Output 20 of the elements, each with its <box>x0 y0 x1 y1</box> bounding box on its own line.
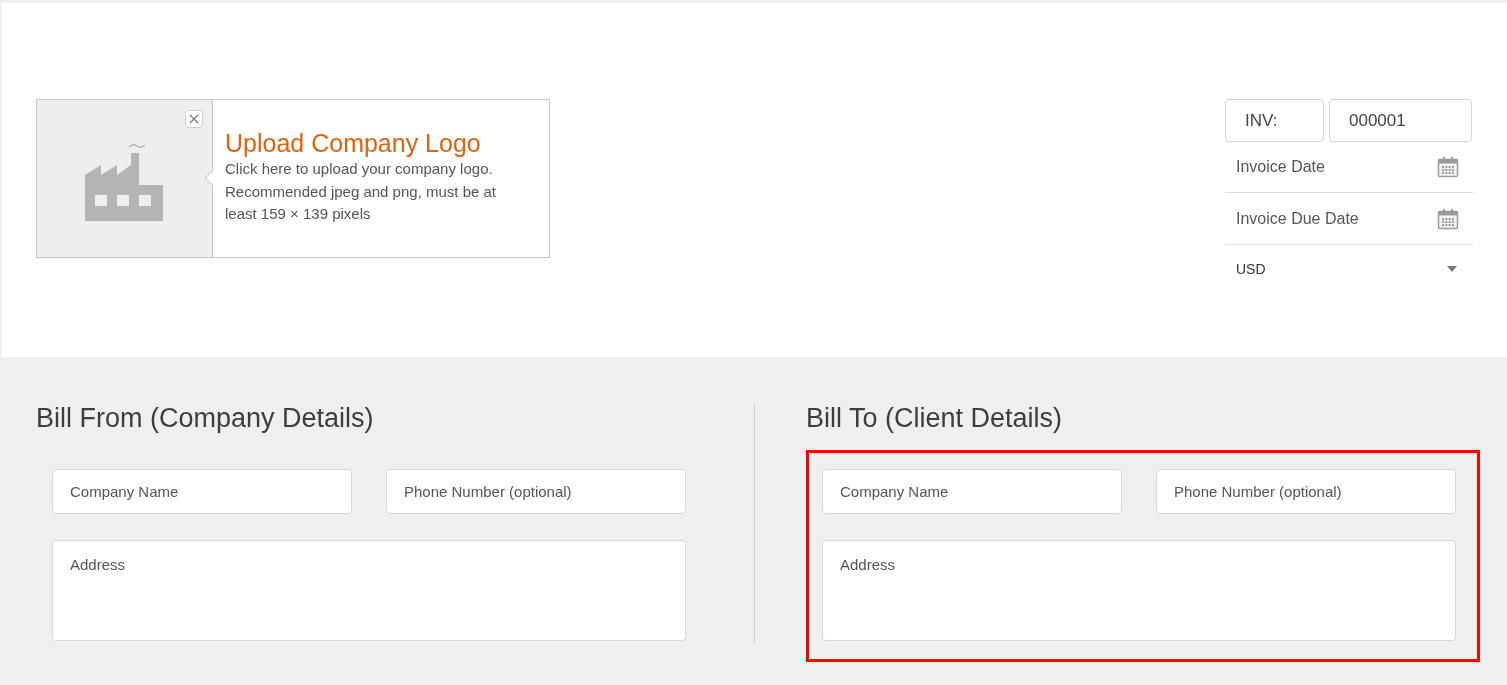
phone-number-field[interactable]: Phone Number (optional) <box>1156 469 1456 514</box>
calendar-icon[interactable] <box>1437 207 1459 230</box>
calendar-icon[interactable] <box>1437 156 1459 178</box>
phone-number-field[interactable]: Phone Number (optional) <box>386 469 686 514</box>
invoice-number-field[interactable]: 000001 <box>1329 99 1472 142</box>
invoice-due-date-field[interactable]: Invoice Due Date <box>1236 206 1416 231</box>
upload-title: Upload Company Logo <box>225 129 482 158</box>
section-heading: Bill To (Client Details) <box>806 402 1063 434</box>
company-name-field[interactable]: Company Name <box>822 469 1122 514</box>
address-field[interactable]: Address <box>822 540 1456 641</box>
invoice-prefix-field[interactable]: INV: <box>1225 99 1324 142</box>
caret-icon <box>1447 266 1457 272</box>
currency-select[interactable]: USD <box>1225 245 1473 293</box>
section-heading: Bill From (Company Details) <box>36 402 374 434</box>
logo-upload-card[interactable]: Upload Company Logo Click here to upload your company logo. Recommended jpeg and png, must be at least 159 × 139 pixels <box>36 99 550 258</box>
invoice-date-field[interactable]: Invoice Date <box>1236 155 1416 179</box>
company-name-field[interactable]: Company Name <box>52 469 352 514</box>
upload-description: Click here to upload your company logo. Recommended jpeg and png, must be at least 159 × 139 pixels <box>225 159 497 224</box>
close-icon[interactable] <box>185 110 203 128</box>
address-field[interactable]: Address <box>52 540 686 641</box>
